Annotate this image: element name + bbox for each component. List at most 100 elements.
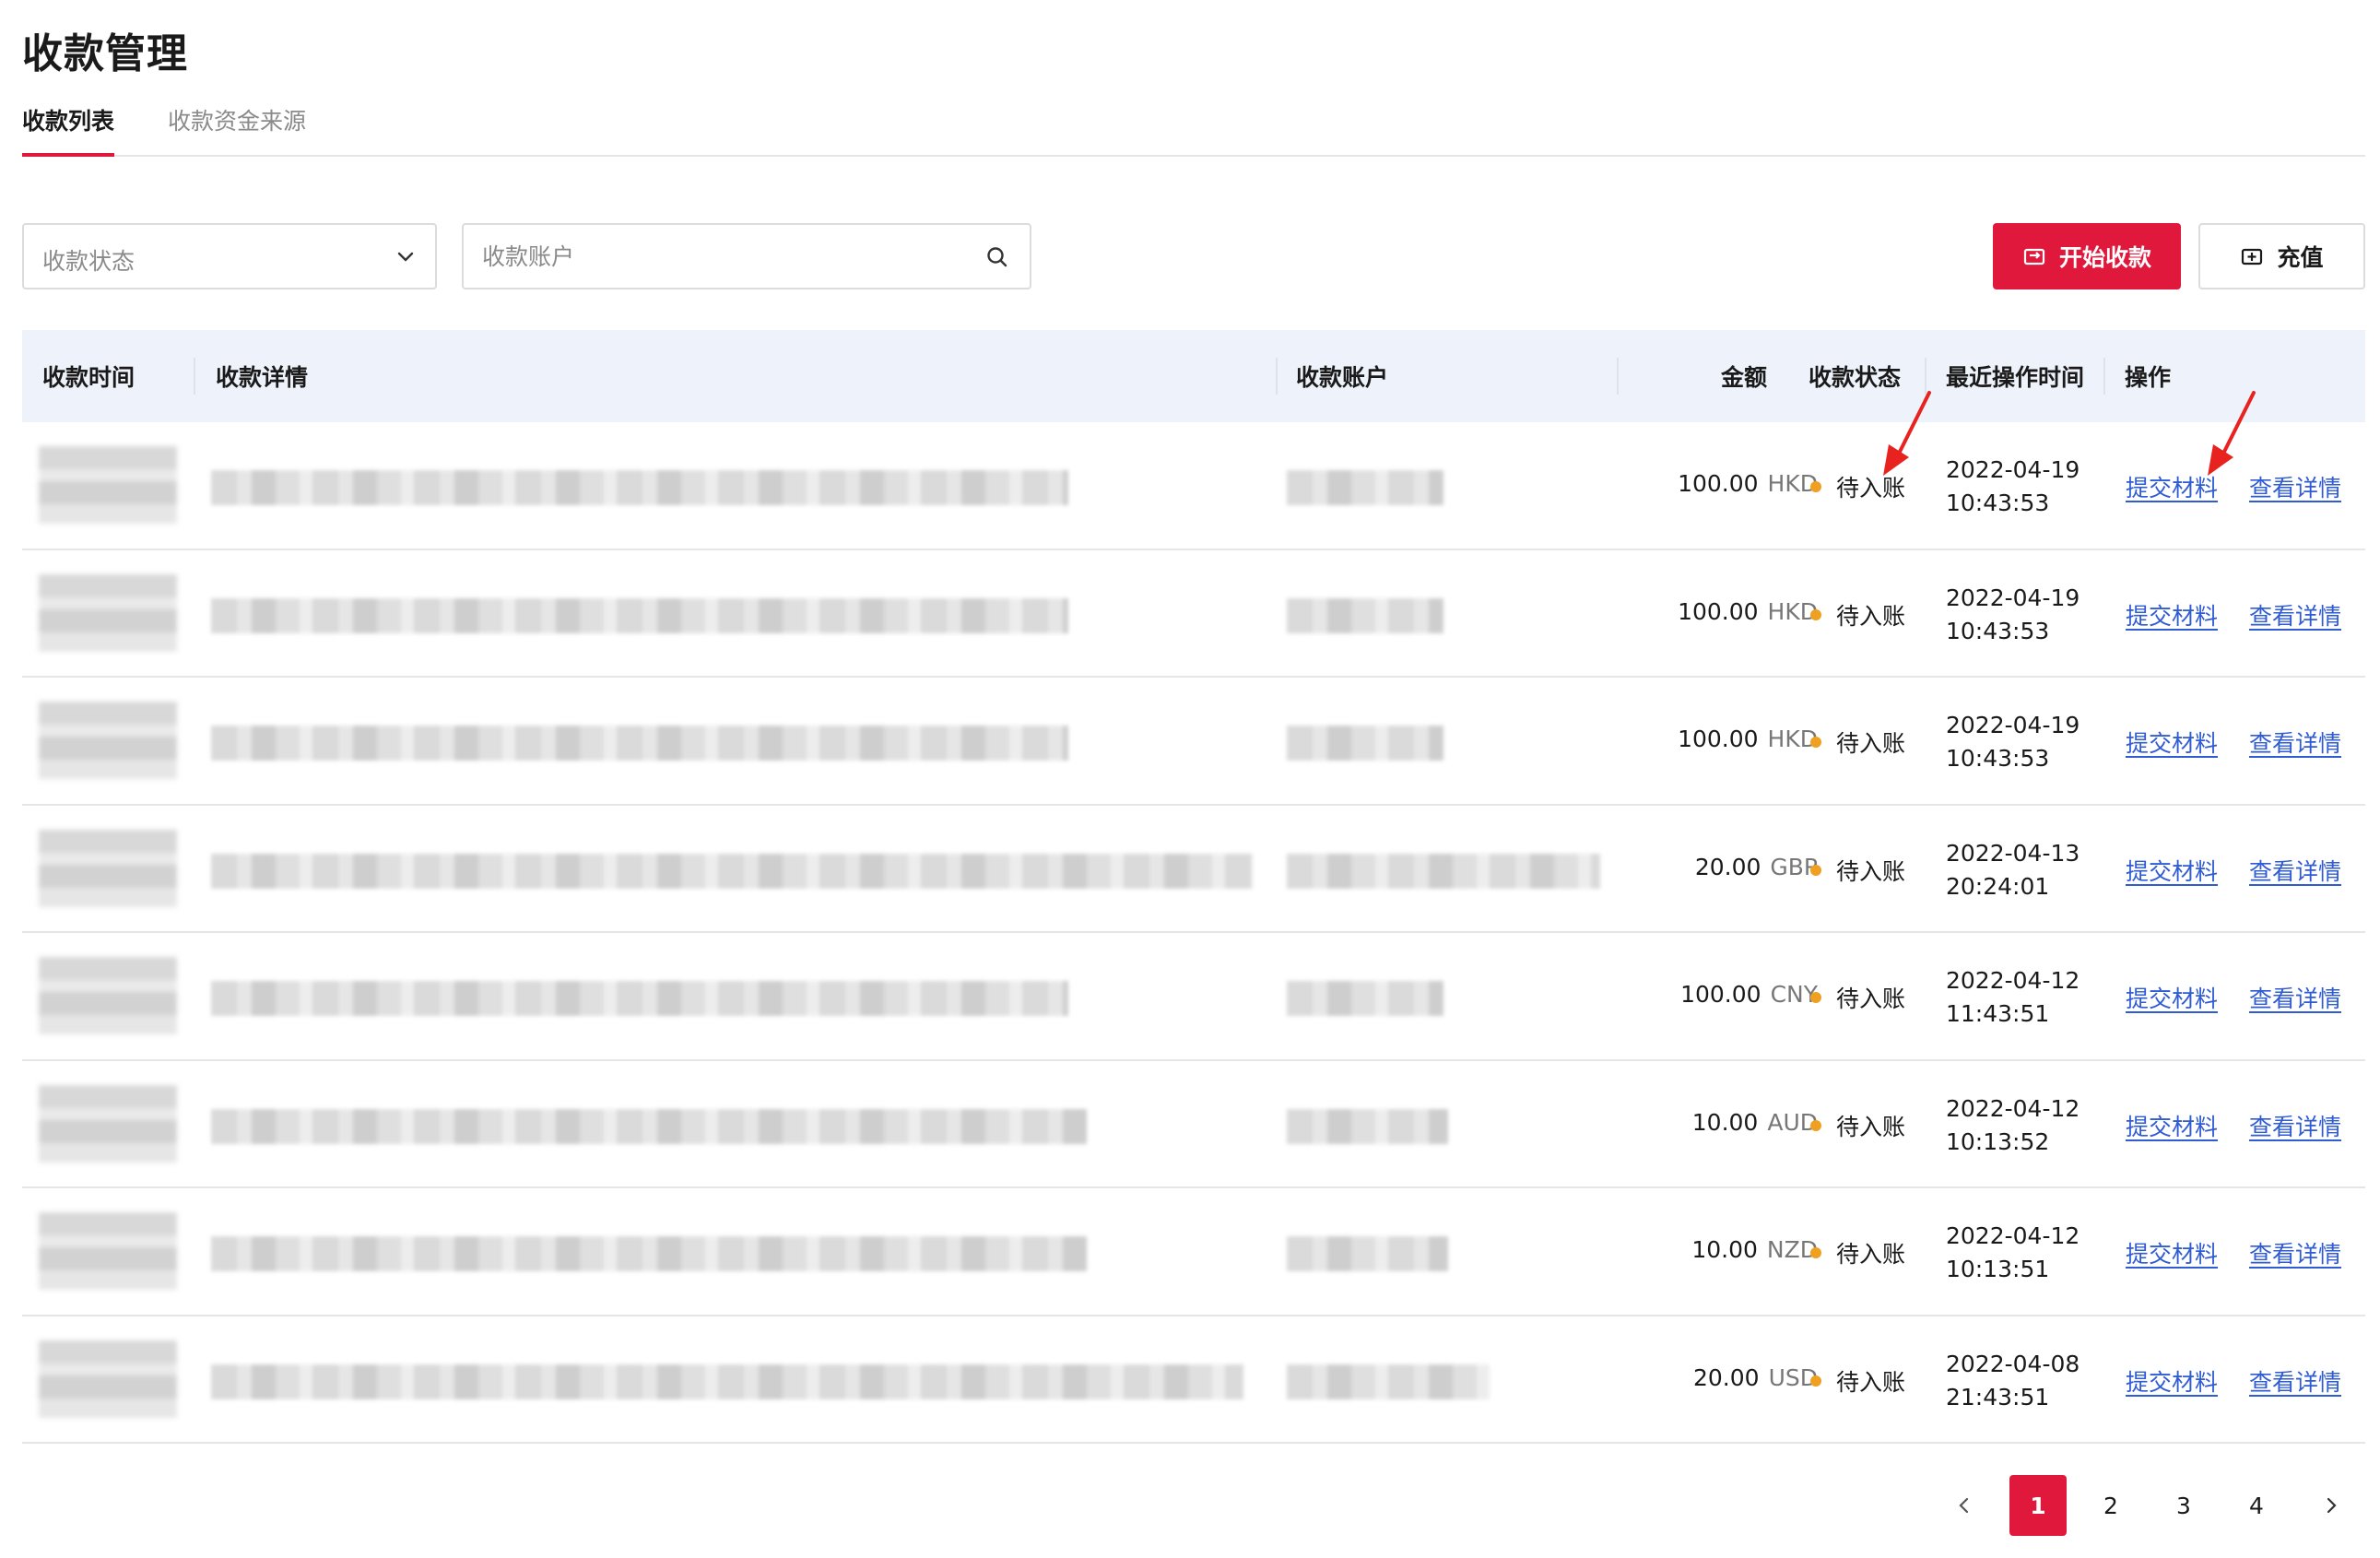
search-icon[interactable] [985, 245, 1009, 269]
status-label: 待入账 [1836, 857, 1906, 885]
header-time: 收款时间 [42, 364, 135, 391]
recharge-label: 充值 [2277, 244, 2324, 271]
view-details-link[interactable]: 查看详情 [2249, 854, 2341, 887]
table-row: 20.00 GBP 待入账 2022-04-13 20:24:01 提交材料 查看… [22, 806, 2365, 933]
chevron-left-icon [1959, 1497, 1969, 1514]
amount-value: 20.00 [1693, 1363, 1760, 1391]
status-dot-icon [1810, 1375, 1821, 1387]
amount-cell: 100.00 HKD [1606, 726, 1818, 752]
view-details-link[interactable]: 查看详情 [2249, 1364, 2341, 1398]
redacted-time [39, 829, 177, 907]
amount-value: 100.00 [1680, 981, 1761, 1008]
submit-materials-link[interactable]: 提交材料 [2126, 981, 2218, 1014]
amount-cell: 100.00 CNY [1606, 981, 1818, 1008]
last-op-date: 2022-04-19 [1946, 456, 2080, 483]
last-op-time: 2022-04-08 21:43:51 [1946, 1348, 2080, 1414]
status-dot-icon [1810, 737, 1821, 748]
redacted-time [39, 573, 177, 652]
status-badge: 待入账 [1810, 1109, 1905, 1142]
status-dot-icon [1810, 864, 1821, 876]
last-op-date: 2022-04-19 [1946, 712, 2080, 738]
amount-value: 100.00 [1678, 597, 1759, 625]
wallet-icon [2242, 248, 2263, 266]
redacted-account [1287, 726, 1443, 761]
page: 收款管理 收款列表 收款资金来源 收款状态 开始收款 充值 [0, 0, 2380, 1558]
last-op-clock: 20:24:01 [1946, 872, 2050, 900]
amount-cell: 10.00 NZD [1606, 1236, 1818, 1263]
last-op-time: 2022-04-19 10:43:53 [1946, 582, 2080, 648]
last-op-date: 2022-04-13 [1946, 839, 2080, 867]
status-dot-icon [1810, 608, 1821, 620]
table-row: 100.00 HKD 待入账 2022-04-19 10:43:53 提交材料 查… [22, 422, 2365, 550]
redacted-account [1287, 597, 1443, 633]
redacted-account [1287, 853, 1600, 889]
view-details-link[interactable]: 查看详情 [2249, 470, 2341, 503]
amount-cell: 20.00 USD [1606, 1364, 1818, 1391]
status-select[interactable]: 收款状态 [22, 223, 437, 289]
status-label: 待入账 [1836, 986, 1906, 1012]
amount-value: 10.00 [1691, 1108, 1759, 1136]
pagination: 1 2 3 4 [1936, 1475, 2365, 1536]
view-details-link[interactable]: 查看详情 [2249, 726, 2341, 759]
redacted-time [39, 446, 177, 524]
chevron-down-icon [397, 252, 414, 262]
last-op-time: 2022-04-19 10:43:53 [1946, 454, 2080, 520]
status-label: 待入账 [1836, 475, 1906, 502]
submit-materials-link[interactable]: 提交材料 [2126, 1236, 2218, 1269]
header-account: 收款账户 [1296, 364, 1389, 391]
amount-cell: 20.00 GBP [1606, 854, 1818, 880]
last-op-clock: 10:43:53 [1946, 745, 2050, 772]
start-payment-button[interactable]: 开始收款 [1993, 223, 2181, 289]
view-details-link[interactable]: 查看详情 [2249, 598, 2341, 631]
payment-table: 收款时间 收款详情 收款账户 金额 收款状态 最近操作时间 操作 100.00 H… [22, 330, 2365, 1444]
page-button[interactable]: 1 [2009, 1475, 2067, 1536]
header-status: 收款状态 [1809, 364, 1902, 391]
page-button[interactable]: 2 [2082, 1475, 2139, 1536]
view-details-link[interactable]: 查看详情 [2249, 1109, 2341, 1142]
status-label: 待入账 [1836, 730, 1906, 757]
redacted-time [39, 1212, 177, 1290]
last-op-clock: 10:13:52 [1946, 1127, 2050, 1155]
transfer-icon [2023, 248, 2045, 266]
page-button[interactable]: 4 [2228, 1475, 2285, 1536]
redacted-detail [211, 726, 1068, 761]
chevron-right-icon [2327, 1497, 2337, 1514]
redacted-account [1287, 1363, 1490, 1399]
redacted-detail [211, 597, 1068, 633]
status-badge: 待入账 [1810, 981, 1905, 1014]
submit-materials-link[interactable]: 提交材料 [2126, 1109, 2218, 1142]
table-row: 20.00 USD 待入账 2022-04-08 21:43:51 提交材料 查看… [22, 1316, 2365, 1444]
last-op-date: 2022-04-12 [1946, 1094, 2080, 1122]
submit-materials-link[interactable]: 提交材料 [2126, 598, 2218, 631]
redacted-time [39, 1340, 177, 1418]
account-search-input[interactable] [482, 240, 961, 273]
last-op-time: 2022-04-12 10:13:51 [1946, 1220, 2080, 1286]
submit-materials-link[interactable]: 提交材料 [2126, 726, 2218, 759]
submit-materials-link[interactable]: 提交材料 [2126, 1364, 2218, 1398]
header-operations: 操作 [2125, 364, 2172, 391]
tab-fund-source[interactable]: 收款资金来源 [168, 103, 306, 157]
prev-page-button[interactable] [1936, 1475, 1993, 1536]
status-dot-icon [1810, 481, 1821, 492]
amount-value: 100.00 [1678, 726, 1759, 752]
redacted-detail [211, 853, 1253, 889]
table-row: 100.00 CNY 待入账 2022-04-12 11:43:51 提交材料 查… [22, 933, 2365, 1061]
status-badge: 待入账 [1810, 1364, 1905, 1398]
status-badge: 待入账 [1810, 854, 1905, 887]
last-op-clock: 10:43:53 [1946, 490, 2050, 516]
submit-materials-link[interactable]: 提交材料 [2126, 854, 2218, 887]
tab-payment-list[interactable]: 收款列表 [22, 103, 115, 157]
submit-materials-link[interactable]: 提交材料 [2126, 470, 2218, 503]
recharge-button[interactable]: 充值 [2198, 223, 2365, 289]
header-divider [1617, 358, 1619, 395]
status-dot-icon [1810, 992, 1821, 1003]
account-search [462, 223, 1031, 289]
table-row: 10.00 NZD 待入账 2022-04-12 10:13:51 提交材料 查看… [22, 1188, 2365, 1316]
amount-value: 20.00 [1694, 853, 1761, 880]
next-page-button[interactable] [2303, 1475, 2360, 1536]
status-dot-icon [1810, 1119, 1821, 1131]
view-details-link[interactable]: 查看详情 [2249, 1236, 2341, 1269]
page-button[interactable]: 3 [2155, 1475, 2212, 1536]
view-details-link[interactable]: 查看详情 [2249, 981, 2341, 1014]
redacted-account [1287, 470, 1443, 505]
